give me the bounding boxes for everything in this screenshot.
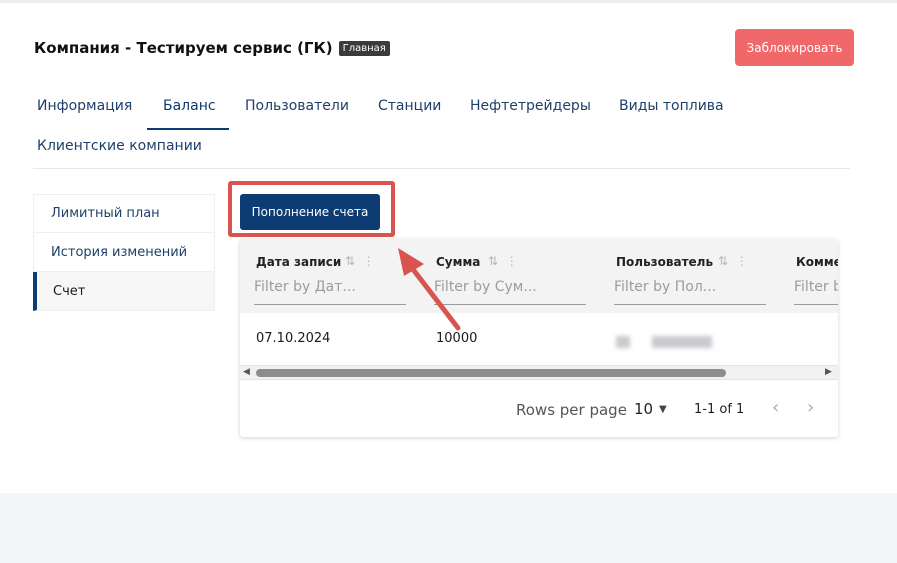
vertical-dots-icon[interactable]: ⋮ xyxy=(506,254,518,268)
tab-users[interactable]: Пользователи xyxy=(245,98,349,114)
rows-per-page-select[interactable]: 10 xyxy=(634,400,653,418)
column-header-amount[interactable]: Сумма xyxy=(436,255,480,269)
vertical-dots-icon[interactable]: ⋮ xyxy=(363,254,375,268)
active-tab-indicator xyxy=(147,128,229,130)
grid-header: Дата записи ⇅ ⋮ Filter by Дат... Сумма ⇅… xyxy=(240,239,838,313)
tab-client-companies[interactable]: Клиентские компании xyxy=(37,138,202,154)
column-header-date[interactable]: Дата записи xyxy=(256,255,341,269)
tab-balance[interactable]: Баланс xyxy=(163,98,216,114)
sidebar-item-label: Счет xyxy=(53,283,86,299)
scrollbar-thumb[interactable] xyxy=(256,369,726,377)
tab-oil-traders[interactable]: Нефтетрейдеры xyxy=(470,98,591,114)
column-header-comment[interactable]: Комме xyxy=(796,255,838,269)
sort-arrows-icon[interactable]: ⇅ xyxy=(718,254,728,268)
column-header-user[interactable]: Пользователь xyxy=(616,255,713,269)
block-button[interactable]: Заблокировать xyxy=(735,29,854,66)
sidebar-item-account[interactable]: Счет xyxy=(33,272,215,311)
sidebar-item-history[interactable]: История изменений xyxy=(33,233,215,272)
chevron-right-icon[interactable]: › xyxy=(807,397,814,418)
chevron-left-icon[interactable]: ‹ xyxy=(772,397,779,418)
account-grid: Дата записи ⇅ ⋮ Filter by Дат... Сумма ⇅… xyxy=(240,239,838,437)
sidebar-item-limit-plan[interactable]: Лимитный план xyxy=(33,194,215,233)
sidebar-item-label: История изменений xyxy=(51,244,188,260)
sort-arrows-icon[interactable]: ⇅ xyxy=(488,254,498,268)
horizontal-scrollbar[interactable]: ◀ ▶ xyxy=(240,365,838,380)
main-badge: Главная xyxy=(338,41,390,56)
rows-per-page-label: Rows per page xyxy=(516,401,627,419)
balance-sidebar: Лимитный план История изменений Счет xyxy=(33,194,215,311)
annotation-highlight-box xyxy=(228,181,395,237)
vertical-dots-icon[interactable]: ⋮ xyxy=(736,254,748,268)
sort-arrows-icon[interactable]: ⇅ xyxy=(345,254,355,268)
filter-input-user[interactable]: Filter by Пол... xyxy=(614,279,766,305)
caret-down-icon[interactable]: ▼ xyxy=(659,404,667,415)
cell-amount: 10000 xyxy=(436,331,478,346)
sidebar-item-label: Лимитный план xyxy=(51,206,160,221)
filter-input-date[interactable]: Filter by Дат... xyxy=(254,279,406,305)
cell-date: 07.10.2024 xyxy=(256,331,331,346)
redacted-user xyxy=(652,336,712,348)
filter-input-comment[interactable]: Filter b xyxy=(794,279,838,305)
company-card: Компания - Тестируем сервис (ГК) Главная … xyxy=(0,3,897,493)
redacted-user xyxy=(616,336,630,348)
tab-fuel-types[interactable]: Виды топлива xyxy=(619,98,724,114)
page-title: Компания - Тестируем сервис (ГК) Главная xyxy=(34,39,390,57)
tab-info[interactable]: Информация xyxy=(37,98,132,114)
tabs-divider xyxy=(33,168,850,169)
tab-stations[interactable]: Станции xyxy=(378,98,441,114)
scroll-left-icon[interactable]: ◀ xyxy=(243,367,250,377)
filter-input-amount[interactable]: Filter by Сум... xyxy=(434,279,586,305)
company-title: Компания - Тестируем сервис (ГК) xyxy=(34,39,333,57)
scroll-right-icon[interactable]: ▶ xyxy=(825,367,832,377)
pagination-range: 1-1 of 1 xyxy=(694,402,745,417)
